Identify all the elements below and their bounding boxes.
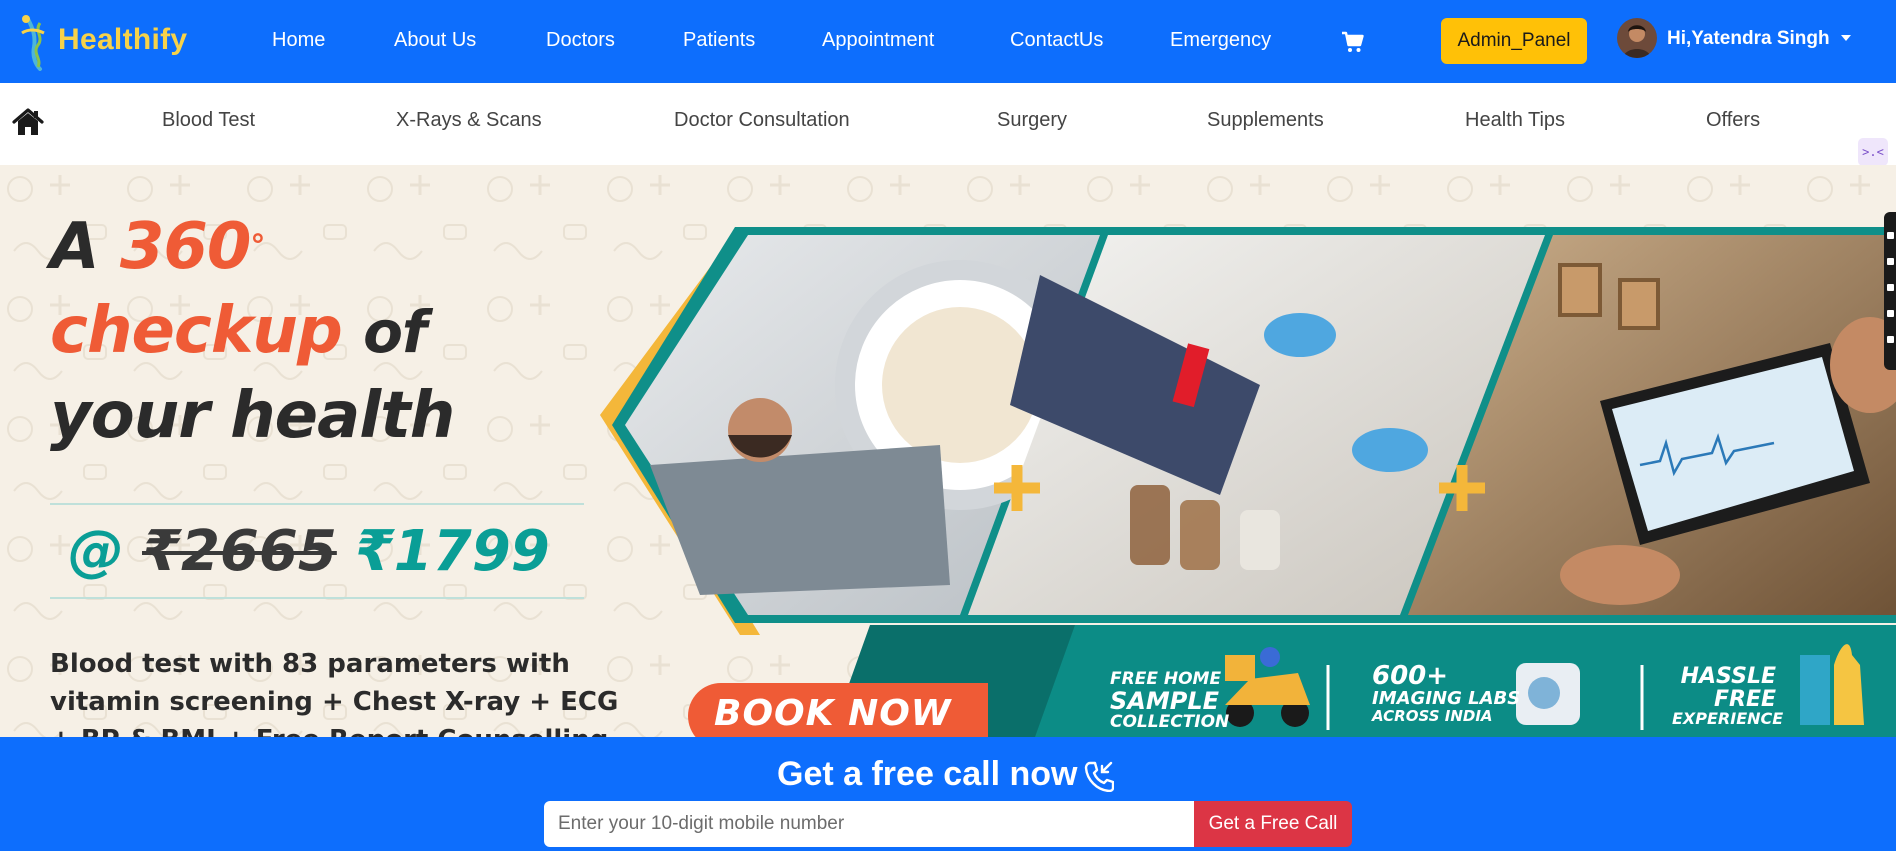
brand-name[interactable]: Healthify: [58, 23, 187, 57]
avatar[interactable]: [1617, 18, 1657, 58]
top-navbar: Healthify Home About Us Doctors Patients…: [0, 0, 1896, 83]
nav-link-doctors[interactable]: Doctors: [546, 29, 615, 52]
category-blood-test[interactable]: Blood Test: [162, 109, 255, 132]
get-free-call-button[interactable]: Get a Free Call: [1194, 801, 1352, 847]
floating-side-toolbar[interactable]: [1884, 212, 1896, 370]
category-surgery[interactable]: Surgery: [997, 109, 1067, 132]
nav-link-home[interactable]: Home: [272, 29, 325, 52]
nav-link-about-us[interactable]: About Us: [394, 29, 476, 52]
category-offers[interactable]: Offers: [1706, 109, 1760, 132]
nav-link-emergency[interactable]: Emergency: [1170, 29, 1271, 52]
phone-incoming-icon: [1084, 761, 1114, 792]
cart-icon[interactable]: [1341, 30, 1365, 54]
free-call-section: Get a free call now Get a Free Call: [0, 737, 1896, 851]
hero-illustration: [600, 227, 1896, 737]
home-icon[interactable]: [12, 107, 44, 137]
brand-link[interactable]: Healthify: [18, 12, 187, 72]
nav-link-contactus[interactable]: ContactUs: [1010, 29, 1103, 52]
nav-link-patients[interactable]: Patients: [683, 29, 755, 52]
book-now-label[interactable]: BOOK NOW: [714, 693, 952, 734]
hero-banner[interactable]: A 360° checkup of your health @ ₹2665 ₹1…: [0, 165, 1896, 737]
admin-panel-button[interactable]: Admin_Panel: [1441, 18, 1587, 64]
feature-home-collection: FREE HOME SAMPLE COLLECTION: [1110, 669, 1230, 733]
caduceus-icon: [21, 15, 45, 71]
category-health-tips[interactable]: Health Tips: [1465, 109, 1565, 132]
free-call-title: Get a free call now: [777, 755, 1078, 793]
mobile-number-input[interactable]: [544, 801, 1194, 847]
category-doctor-consultation[interactable]: Doctor Consultation: [674, 109, 850, 132]
category-xrays-scans[interactable]: X-Rays & Scans: [396, 109, 542, 132]
user-menu-toggle[interactable]: Hi,Yatendra Singh: [1667, 28, 1830, 50]
category-bar: Blood Test X-Rays & Scans Doctor Consult…: [0, 83, 1896, 165]
extension-toggle-icon[interactable]: >.<: [1858, 138, 1888, 166]
feature-imaging-labs: 600+ IMAGING LABS ACROSS INDIA: [1372, 661, 1521, 726]
category-supplements[interactable]: Supplements: [1207, 109, 1324, 132]
nav-link-appointment[interactable]: Appointment: [822, 29, 934, 52]
feature-hassle-free: HASSLE FREE EXPERIENCE: [1672, 664, 1784, 729]
caret-down-icon[interactable]: [1841, 35, 1851, 41]
